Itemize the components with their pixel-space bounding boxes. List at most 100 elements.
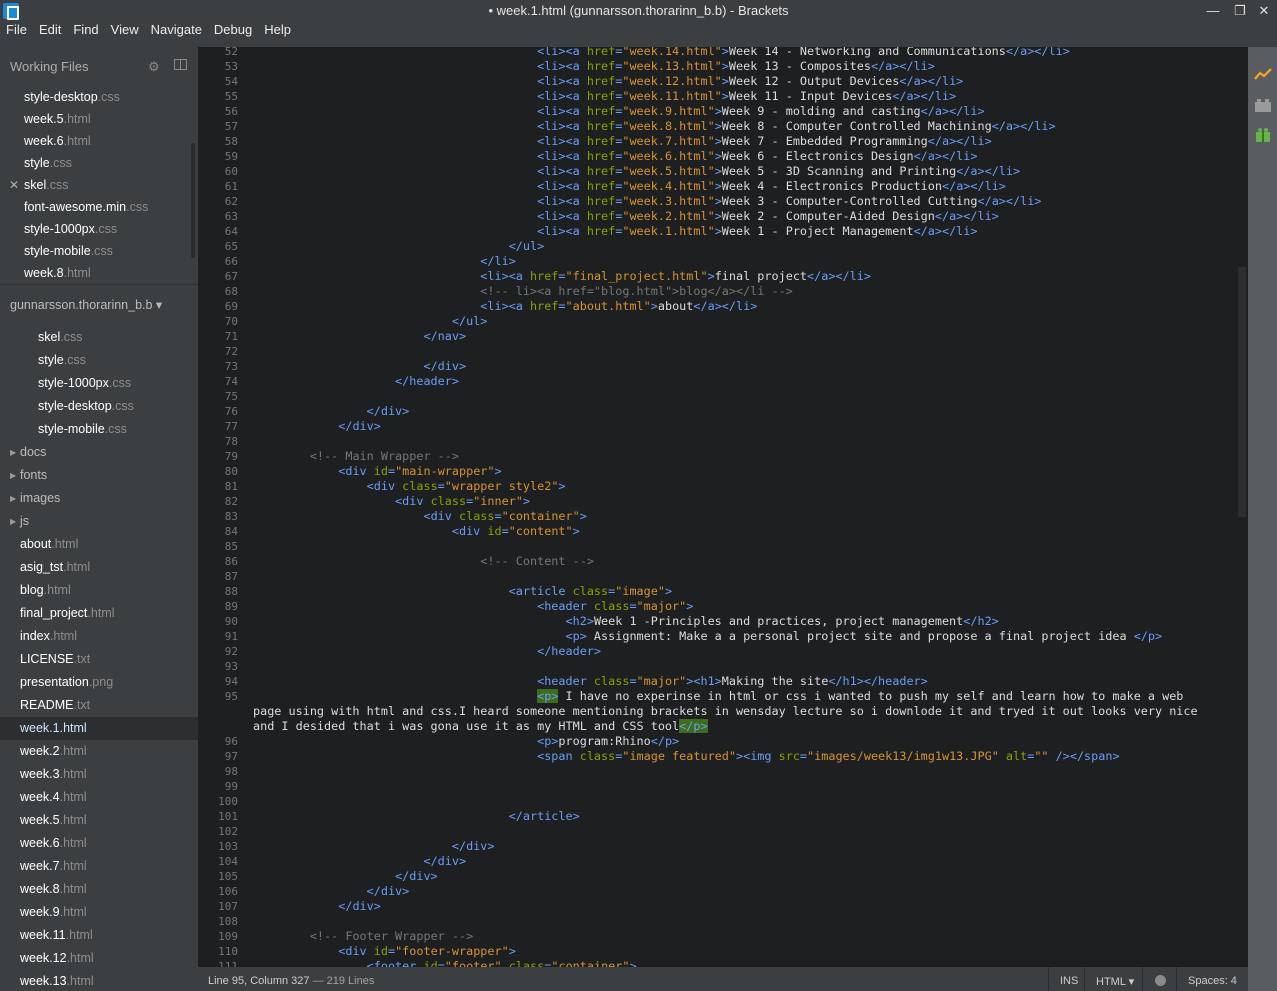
tree-folder-item[interactable]: ▶ images xyxy=(0,487,198,510)
code-line[interactable]: </ul> xyxy=(253,314,488,329)
tree-file-item[interactable]: final_project.html xyxy=(0,602,198,625)
menu-help[interactable]: Help xyxy=(258,22,297,38)
working-file-item[interactable]: week.8.html xyxy=(24,262,91,284)
code-line[interactable]: <li><a href="week.7.html">Week 7 - Embed… xyxy=(253,134,992,149)
tree-file-item[interactable]: LICENSE.txt xyxy=(0,648,198,671)
extension-manager-icon[interactable] xyxy=(1254,97,1272,113)
working-file-item[interactable]: style-1000px.css xyxy=(24,218,117,240)
tree-file-item[interactable]: week.5.html xyxy=(0,809,198,832)
code-line[interactable]: and I desided that i was gona use it as … xyxy=(253,719,708,734)
code-line[interactable]: <div id="footer-wrapper"> xyxy=(253,944,516,959)
code-line[interactable]: <li><a href="week.9.html">Week 9 - moldi… xyxy=(253,104,985,119)
minimize-button[interactable]: — xyxy=(1198,0,1228,22)
code-line[interactable]: <p>program:Rhino</p> xyxy=(253,734,679,749)
code-line[interactable]: <li><a href="about.html">about</a></li> xyxy=(253,299,757,314)
tree-file-item[interactable]: about.html xyxy=(0,533,198,556)
tree-file-item[interactable]: style-desktop.css xyxy=(0,395,198,418)
code-line[interactable]: </header> xyxy=(253,644,601,659)
editor-scrollbar-thumb[interactable] xyxy=(1238,267,1246,517)
menu-navigate[interactable]: Navigate xyxy=(145,22,208,38)
code-line[interactable]: </li> xyxy=(253,254,516,269)
code-line[interactable]: <!-- li><a href="blog.html">blog</a></li… xyxy=(253,284,793,299)
tree-file-item[interactable]: blog.html xyxy=(0,579,198,602)
chevron-right-icon[interactable]: ▶ xyxy=(10,510,16,533)
code-line[interactable]: <footer id="footer" class="container"> xyxy=(253,959,637,967)
tree-folder-item[interactable]: ▶ docs xyxy=(0,441,198,464)
split-view-icon[interactable] xyxy=(174,59,187,70)
code-line[interactable]: <!-- Content --> xyxy=(253,554,594,569)
project-title[interactable]: gunnarsson.thorarinn_b.b ▾ xyxy=(10,297,162,312)
working-file-item[interactable]: skel.css xyxy=(24,174,68,196)
code-line[interactable]: </ul> xyxy=(253,239,545,254)
code-line[interactable]: <li><a href="week.1.html">Week 1 - Proje… xyxy=(253,224,977,239)
tree-file-item[interactable]: week.13.html xyxy=(0,970,198,991)
menu-find[interactable]: Find xyxy=(67,22,104,38)
tree-file-item[interactable]: week.7.html xyxy=(0,855,198,878)
code-line[interactable]: <div class="container"> xyxy=(253,509,586,524)
code-line[interactable]: <li><a href="final_project.html">final p… xyxy=(253,269,871,284)
code-line[interactable]: </nav> xyxy=(253,329,466,344)
tree-file-item[interactable]: week.2.html xyxy=(0,740,198,763)
code-line[interactable]: </div> xyxy=(253,839,495,854)
tree-file-item[interactable]: week.6.html xyxy=(0,832,198,855)
tree-file-item[interactable]: week.12.html xyxy=(0,947,198,970)
code-line[interactable]: </article> xyxy=(253,809,580,824)
tree-file-item[interactable]: index.html xyxy=(0,625,198,648)
code-line[interactable]: </div> xyxy=(253,359,466,374)
language-select[interactable]: HTML ▾ xyxy=(1096,975,1134,988)
code-line[interactable]: <li><a href="week.8.html">Week 8 - Compu… xyxy=(253,119,1056,134)
indent-spaces-setting[interactable]: Spaces: 4 xyxy=(1188,975,1237,987)
plugin-gift-icon[interactable] xyxy=(1254,127,1272,143)
menu-file[interactable]: File xyxy=(0,22,33,38)
menu-edit[interactable]: Edit xyxy=(33,22,67,38)
working-file-item[interactable]: style-desktop.css xyxy=(24,86,120,108)
chevron-right-icon[interactable]: ▶ xyxy=(10,464,16,487)
tree-folder-item[interactable]: ▶ fonts xyxy=(0,464,198,487)
gear-icon[interactable]: ⚙ xyxy=(148,59,160,75)
code-line[interactable]: <div id="content"> xyxy=(253,524,580,539)
code-line[interactable]: <li><a href="week.4.html">Week 4 - Elect… xyxy=(253,179,1006,194)
tree-file-item[interactable]: style-mobile.css xyxy=(0,418,198,441)
code-line[interactable]: <p> I have no experinse in html or css i… xyxy=(253,689,1183,704)
code-line[interactable]: </div> xyxy=(253,884,410,899)
code-line[interactable]: <div class="inner"> xyxy=(253,494,530,509)
code-line[interactable]: <div class="wrapper style2"> xyxy=(253,479,566,494)
tree-file-item[interactable]: skel.css xyxy=(0,326,198,349)
code-line[interactable]: <article class="image"> xyxy=(253,584,672,599)
code-line[interactable]: <li><a href="week.3.html">Week 3 - Compu… xyxy=(253,194,1041,209)
tree-file-item[interactable]: week.4.html xyxy=(0,786,198,809)
tree-file-item[interactable]: asig_tst.html xyxy=(0,556,198,579)
tree-folder-item[interactable]: ▶ js xyxy=(0,510,198,533)
code-line[interactable]: </div> xyxy=(253,854,466,869)
code-line[interactable]: <!-- Footer Wrapper --> xyxy=(253,929,473,944)
working-file-item[interactable]: font-awesome.min.css xyxy=(24,196,148,218)
code-line[interactable]: </div> xyxy=(253,899,381,914)
close-icon[interactable]: ✕ xyxy=(9,174,19,196)
tree-file-item[interactable]: style-1000px.css xyxy=(0,372,198,395)
menu-debug[interactable]: Debug xyxy=(208,22,258,38)
working-files-scrollbar[interactable] xyxy=(191,143,195,258)
code-line[interactable]: page using with html and css.I heard som… xyxy=(253,704,1198,719)
working-file-item[interactable]: style.css xyxy=(24,152,72,174)
code-line[interactable]: <li><a href="week.13.html">Week 13 - Com… xyxy=(253,59,935,74)
live-preview-icon[interactable] xyxy=(1254,67,1272,83)
code-line[interactable]: <header class="major"> xyxy=(253,599,693,614)
code-line[interactable]: <li><a href="week.2.html">Week 2 - Compu… xyxy=(253,209,999,224)
working-file-item[interactable]: style-mobile.css xyxy=(24,240,113,262)
code-line[interactable]: <p> Assignment: Make a a personal projec… xyxy=(253,629,1163,644)
code-line[interactable]: </header> xyxy=(253,374,459,389)
code-line[interactable]: </div> xyxy=(253,869,438,884)
code-line[interactable]: <li><a href="week.6.html">Week 6 - Elect… xyxy=(253,149,977,164)
code-line[interactable]: <div id="main-wrapper"> xyxy=(253,464,501,479)
tree-file-item[interactable]: week.1.html xyxy=(0,717,198,740)
tree-file-item[interactable]: README.txt xyxy=(0,694,198,717)
code-line[interactable]: </div> xyxy=(253,404,410,419)
chevron-right-icon[interactable]: ▶ xyxy=(10,441,16,464)
code-line[interactable]: <li><a href="week.12.html">Week 12 - Out… xyxy=(253,74,963,89)
tree-file-item[interactable]: week.3.html xyxy=(0,763,198,786)
editor-scrollbar[interactable] xyxy=(1236,47,1248,967)
code-line[interactable]: <header class="major"><h1>Making the sit… xyxy=(253,674,928,689)
insert-mode-toggle[interactable]: INS xyxy=(1060,975,1078,987)
working-file-item[interactable]: week.6.html xyxy=(24,130,91,152)
tree-file-item[interactable]: presentation.png xyxy=(0,671,198,694)
